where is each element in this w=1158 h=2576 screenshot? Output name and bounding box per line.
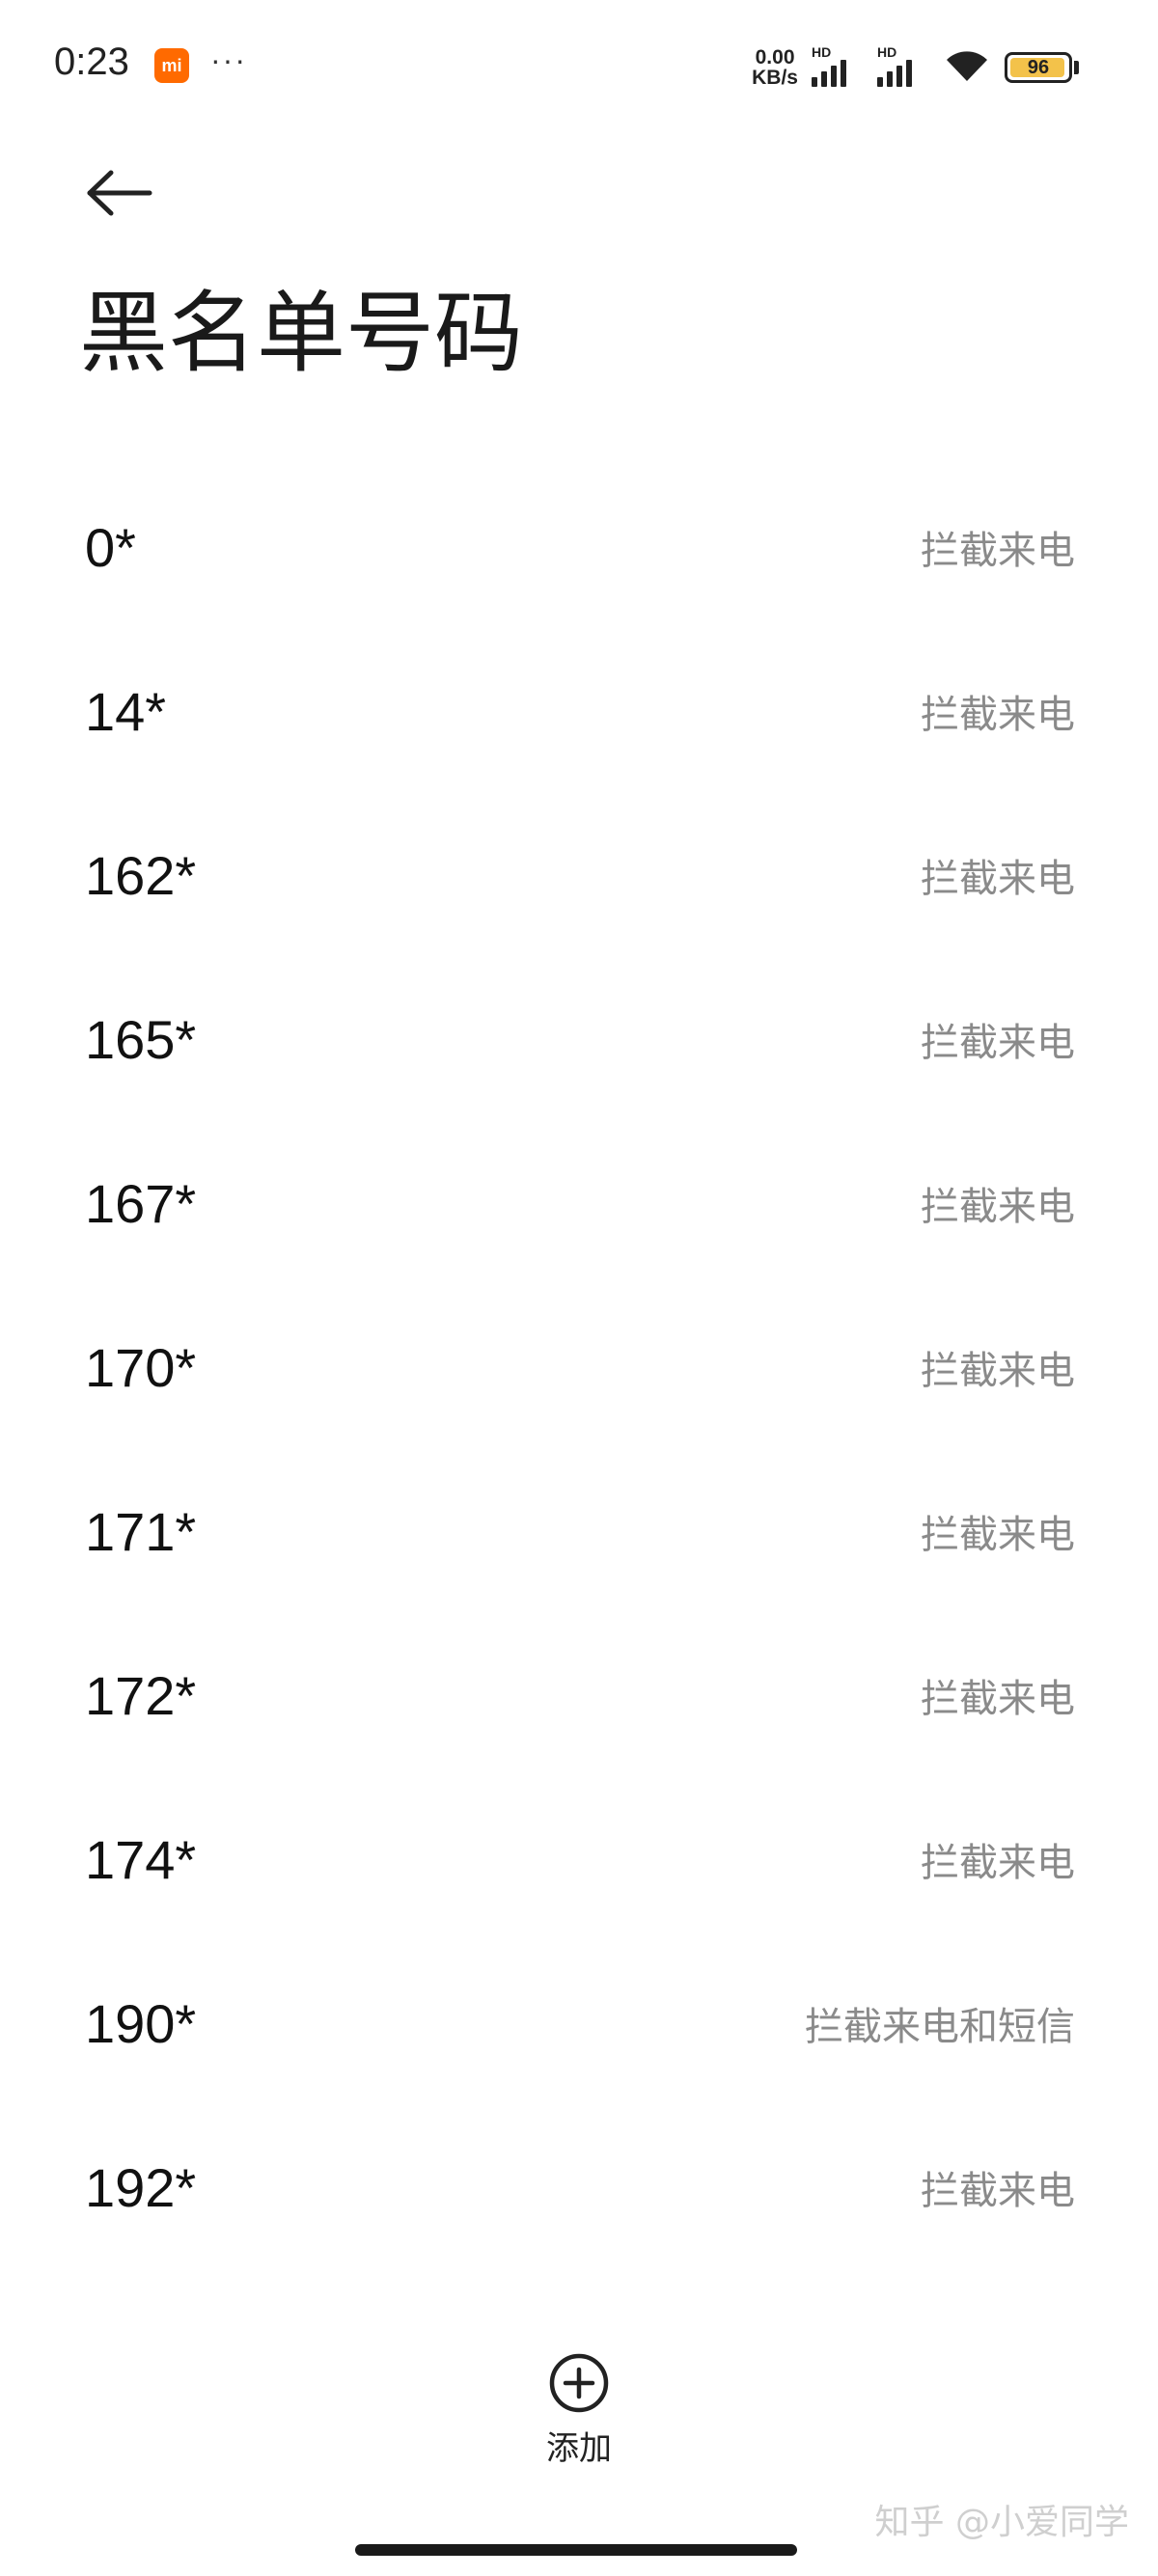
- arrow-left-icon: [87, 170, 152, 216]
- block-mode: 拦截来电: [921, 693, 1075, 737]
- list-item[interactable]: 190* 拦截来电和短信: [0, 1941, 1158, 2105]
- list-item[interactable]: 165* 拦截来电: [0, 957, 1158, 1121]
- list-item[interactable]: 0* 拦截来电: [0, 465, 1158, 629]
- plus-circle-icon: [549, 2353, 609, 2413]
- list-item[interactable]: 167* 拦截来电: [0, 1121, 1158, 1285]
- blocked-number: 192*: [85, 2156, 197, 2218]
- block-mode: 拦截来电: [921, 1185, 1075, 1229]
- block-mode: 拦截来电: [921, 1021, 1075, 1065]
- blocked-number: 167*: [85, 1172, 197, 1234]
- mi-app-icon: mi: [154, 48, 189, 83]
- page-title: 黑名单号码: [79, 282, 524, 385]
- block-mode: 拦截来电: [921, 1349, 1075, 1393]
- blocked-number: 190*: [85, 1992, 197, 2054]
- block-mode: 拦截来电: [921, 1677, 1075, 1721]
- network-speed: 0.00 KB/s: [752, 47, 798, 88]
- watermark: 知乎 @小爱同学: [874, 2503, 1129, 2542]
- blacklist-list: 0* 拦截来电 14* 拦截来电 162* 拦截来电 165* 拦截来电 167…: [0, 465, 1158, 2269]
- block-mode: 拦截来电: [921, 1841, 1075, 1885]
- blocked-number: 170*: [85, 1336, 197, 1398]
- block-mode: 拦截来电: [921, 1513, 1075, 1557]
- list-item[interactable]: 192* 拦截来电: [0, 2105, 1158, 2269]
- blocked-number: 162*: [85, 844, 197, 906]
- status-bar: 0:23 mi ··· 0.00 KB/s HD HD 96: [0, 0, 1158, 135]
- sim1-hd-label: HD: [812, 44, 832, 60]
- sim2-hd-label: HD: [877, 44, 897, 60]
- blocked-number: 165*: [85, 1008, 197, 1070]
- list-item[interactable]: 171* 拦截来电: [0, 1449, 1158, 1613]
- block-mode: 拦截来电和短信: [805, 2005, 1075, 2049]
- home-indicator[interactable]: [355, 2544, 797, 2556]
- block-mode: 拦截来电: [921, 2169, 1075, 2213]
- wifi-icon: [943, 46, 991, 89]
- status-indicators: 0.00 KB/s HD HD 96: [752, 44, 1079, 89]
- add-button[interactable]: 添加: [531, 2352, 627, 2478]
- list-item[interactable]: 162* 拦截来电: [0, 793, 1158, 957]
- back-button[interactable]: [81, 154, 158, 232]
- list-item[interactable]: 174* 拦截来电: [0, 1777, 1158, 1941]
- signal-icon: HD: [877, 44, 929, 87]
- battery-level: 96: [1027, 56, 1050, 78]
- list-item[interactable]: 172* 拦截来电: [0, 1613, 1158, 1777]
- blocked-number: 171*: [85, 1500, 197, 1562]
- block-mode: 拦截来电: [921, 857, 1075, 901]
- blocked-number: 14*: [85, 680, 167, 742]
- signal-icon: HD: [812, 44, 864, 87]
- status-time: 0:23: [54, 41, 129, 83]
- block-mode: 拦截来电: [921, 529, 1075, 573]
- add-label: 添加: [546, 2429, 612, 2468]
- battery-icon: 96: [1005, 52, 1079, 83]
- blocked-number: 0*: [85, 516, 136, 578]
- blocked-number: 174*: [85, 1828, 197, 1890]
- network-speed-unit: KB/s: [752, 67, 798, 89]
- list-item[interactable]: 170* 拦截来电: [0, 1285, 1158, 1449]
- list-item[interactable]: 14* 拦截来电: [0, 629, 1158, 793]
- blocked-number: 172*: [85, 1664, 197, 1726]
- network-speed-value: 0.00: [755, 46, 795, 69]
- more-notifications-icon: ···: [210, 42, 247, 77]
